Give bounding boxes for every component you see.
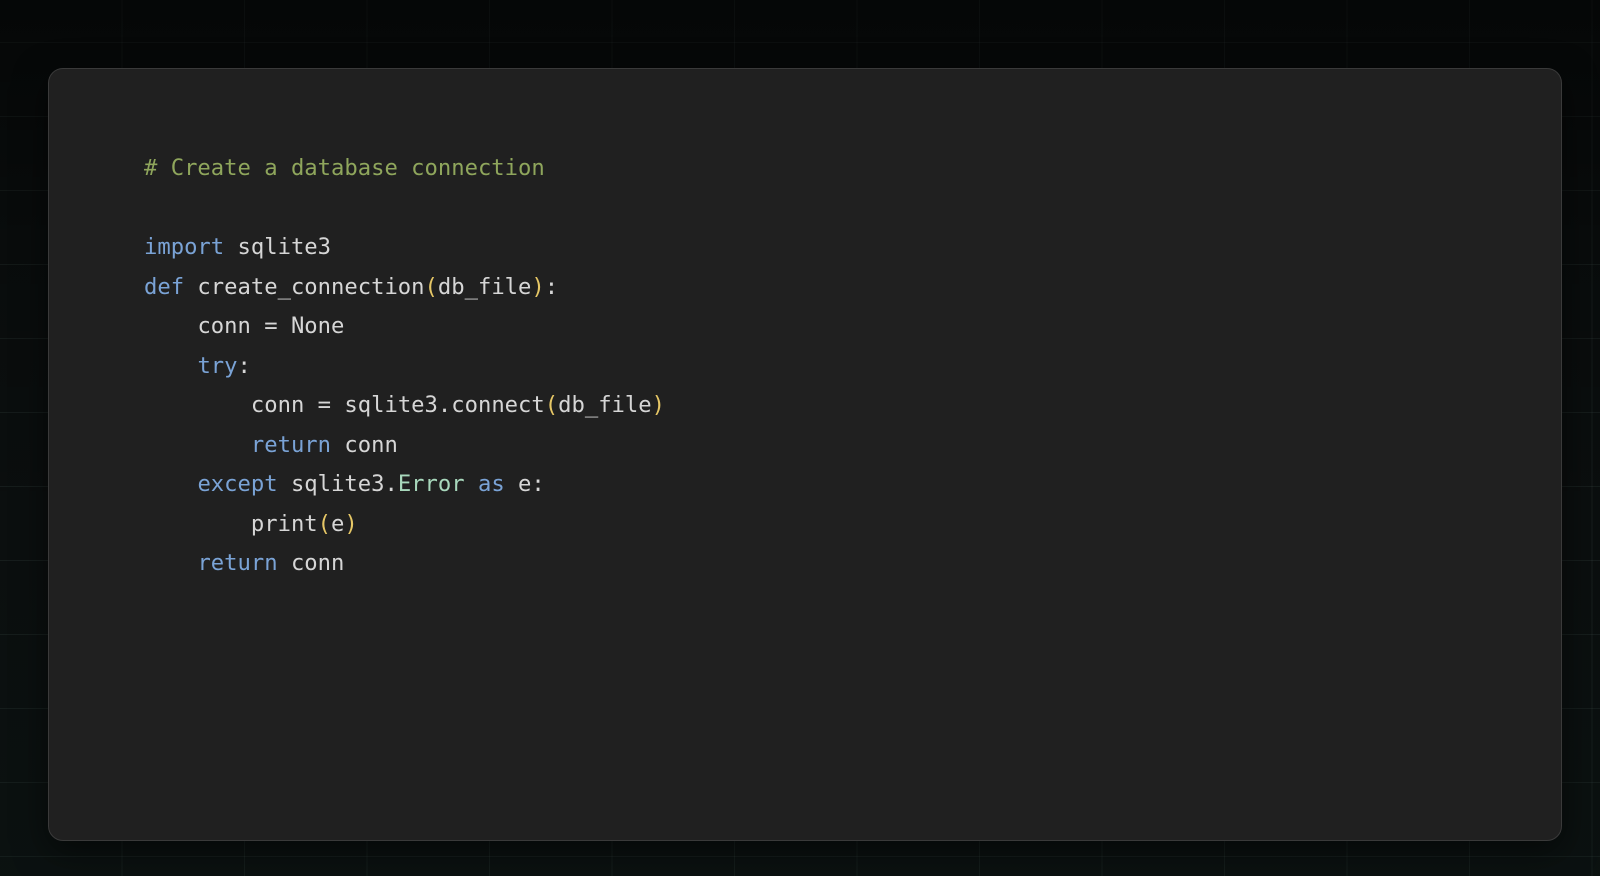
code-token-plain: sqlite3 — [224, 234, 332, 260]
code-token-keyword: return — [197, 550, 278, 576]
code-line: # Create a database connection — [144, 149, 665, 189]
code-content: # Create a database connection import sq… — [144, 149, 665, 584]
code-token-plain: conn — [331, 431, 398, 458]
code-card: # Create a database connection import sq… — [48, 68, 1562, 841]
code-token-paren: ( — [424, 273, 438, 300]
code-line: conn = sqlite3.connect(db_file) — [144, 386, 665, 426]
code-line: try: — [144, 347, 665, 387]
code-token-keyword: except — [197, 471, 278, 497]
page-root: # Create a database connection import sq… — [0, 0, 1600, 876]
code-token-plain: e — [331, 510, 345, 537]
code-token-keyword: as — [477, 471, 505, 497]
code-token-plain: conn — [277, 550, 345, 576]
code-token-comment: # Create a database connection — [144, 155, 545, 181]
code-token-keyword: def — [144, 273, 185, 300]
code-token-plain: print — [250, 510, 318, 537]
code-line: return conn — [144, 544, 665, 584]
code-token-class: Error — [397, 471, 465, 497]
code-token-paren: ) — [344, 510, 358, 537]
code-token-plain: create_connection — [184, 273, 425, 300]
code-token-plain: e — [504, 471, 532, 497]
code-token-paren: ( — [544, 392, 559, 418]
code-token-punct: : — [544, 273, 559, 300]
code-token-keyword: try — [197, 352, 238, 379]
code-token-paren: ) — [531, 273, 545, 300]
code-token-plain: conn = sqlite3.connect — [250, 392, 545, 418]
code-token-plain: db_file — [437, 273, 532, 300]
code-line: def create_connection(db_file): — [144, 268, 665, 308]
code-token-plain: db_file — [558, 392, 652, 418]
code-block[interactable]: # Create a database connection import sq… — [144, 149, 665, 584]
code-token-paren: ) — [651, 392, 665, 418]
code-token-paren: ( — [317, 510, 332, 537]
code-token-keyword: return — [250, 431, 332, 458]
code-line: except sqlite3.Error as e: — [144, 465, 665, 505]
code-line: return conn — [144, 426, 665, 466]
code-token-keyword: import — [144, 234, 225, 260]
code-token-plain: conn = None — [197, 313, 345, 339]
code-token-punct: : — [531, 471, 545, 497]
code-token-punct: : — [237, 352, 251, 379]
code-line: conn = None — [144, 307, 665, 347]
code-line: import sqlite3 — [144, 228, 665, 268]
code-line: print(e) — [144, 505, 665, 545]
code-token-plain: sqlite3. — [277, 471, 398, 497]
